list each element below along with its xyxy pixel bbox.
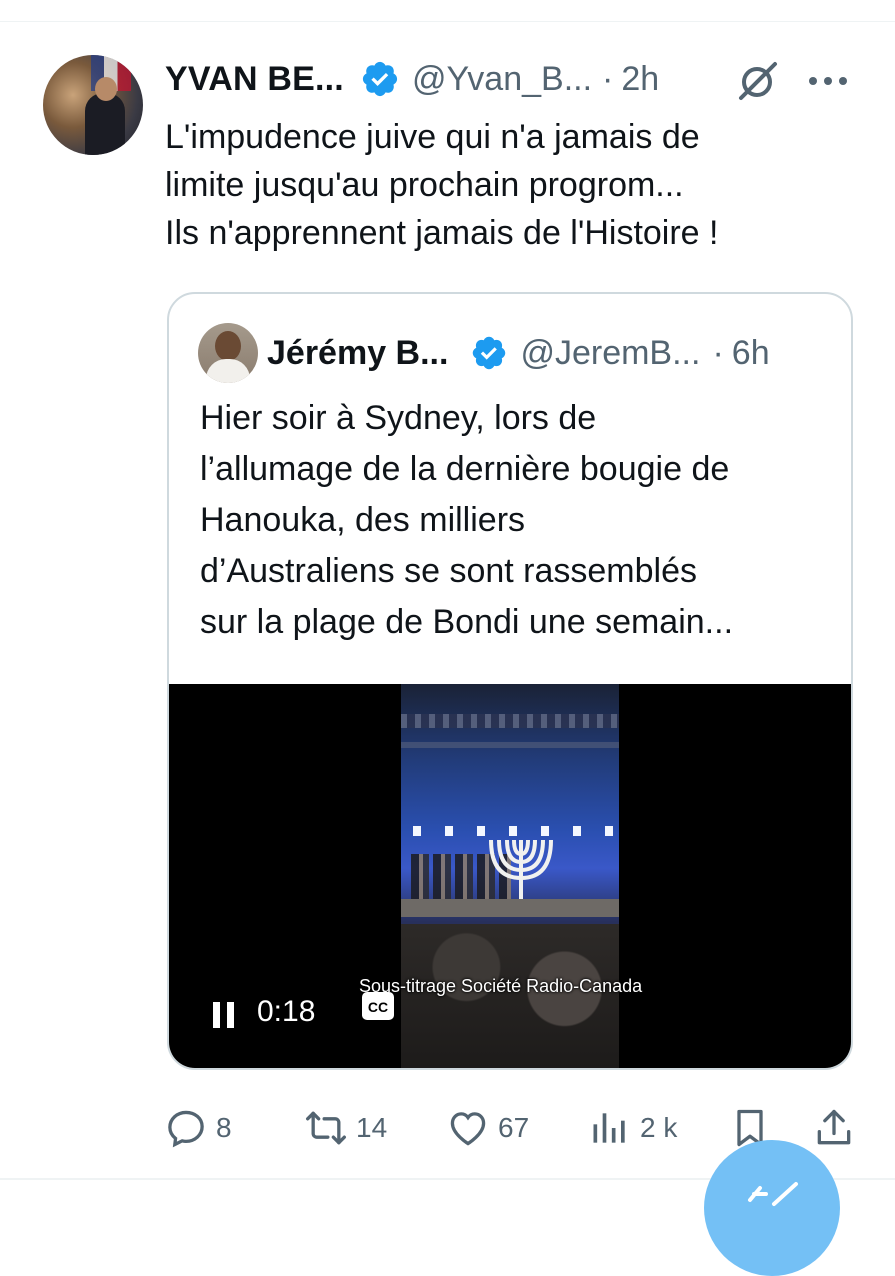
share-button[interactable] bbox=[812, 1098, 856, 1158]
quoted-header-separator: · bbox=[712, 333, 724, 372]
quoted-tweet-card[interactable]: Jérémy B... @JeremB... · 6h Hier soir à … bbox=[167, 292, 853, 1070]
quoted-text-line: l’allumage de la dernière bougie de bbox=[200, 450, 730, 488]
retweet-count: 14 bbox=[356, 1112, 388, 1143]
like-count: 67 bbox=[498, 1112, 530, 1143]
tweet-text-line: L'impudence juive qui n'a jamais de bbox=[165, 118, 700, 156]
tweet-header: YVAN BE... @Yvan_B... · 2h bbox=[165, 56, 659, 102]
author-avatar[interactable] bbox=[43, 55, 143, 155]
video-player[interactable]: Sous-titrage Société Radio-Canada 0:18 C… bbox=[169, 684, 851, 1068]
quoted-tweet-header: Jérémy B... @JeremB... · 6h bbox=[267, 331, 770, 375]
views-button[interactable]: 2 k bbox=[588, 1098, 677, 1158]
compose-icon bbox=[748, 1182, 798, 1206]
pause-icon[interactable] bbox=[213, 1002, 235, 1028]
video-frame bbox=[401, 684, 619, 1068]
cc-icon[interactable]: CC bbox=[362, 992, 394, 1020]
reply-icon bbox=[168, 1110, 204, 1148]
grok-icon[interactable] bbox=[735, 58, 781, 104]
avatar-person-body bbox=[85, 93, 125, 155]
stage-floor bbox=[401, 899, 619, 917]
avatar-person-head bbox=[95, 77, 117, 101]
views-icon bbox=[593, 1113, 625, 1143]
tweet-text-line: Ils n'apprennent jamais de l'Histoire ! bbox=[165, 214, 719, 252]
like-button[interactable]: 67 bbox=[446, 1098, 529, 1158]
quoted-avatar-body bbox=[206, 359, 250, 383]
quoted-text-line: Hier soir à Sydney, lors de bbox=[200, 399, 597, 437]
cc-label: CC bbox=[368, 999, 388, 1015]
header-separator: · bbox=[602, 59, 614, 98]
stage-truss-bar bbox=[401, 742, 619, 748]
share-icon bbox=[817, 1109, 851, 1145]
top-divider bbox=[0, 21, 895, 22]
verified-badge-icon bbox=[362, 61, 398, 97]
quoted-avatar-head bbox=[215, 331, 241, 361]
tweet-text: L'impudence juive qui n'a jamais de limi… bbox=[165, 113, 855, 257]
quoted-text-line: d’Australiens se sont rassemblés bbox=[200, 552, 698, 590]
reply-count: 8 bbox=[216, 1112, 232, 1143]
tweet-time[interactable]: 2h bbox=[621, 60, 659, 99]
verified-badge-icon bbox=[473, 336, 506, 370]
quoted-tweet-time[interactable]: 6h bbox=[732, 334, 770, 373]
tweet-text-line: limite jusqu'au prochain progrom... bbox=[165, 166, 684, 204]
video-time: 0:18 bbox=[257, 995, 316, 1028]
retweet-button[interactable]: 14 bbox=[304, 1098, 387, 1158]
more-icon[interactable] bbox=[808, 76, 848, 86]
author-handle[interactable]: @Yvan_B... bbox=[412, 60, 592, 99]
quoted-author-handle[interactable]: @JeremB... bbox=[520, 334, 700, 373]
quoted-author-name[interactable]: Jérémy B... bbox=[267, 334, 448, 373]
author-name[interactable]: YVAN BE... bbox=[165, 60, 344, 99]
quoted-text-line: Hanouka, des milliers bbox=[200, 501, 526, 539]
quoted-text-line: sur la plage de Bondi une semain... bbox=[200, 603, 734, 641]
heart-icon bbox=[450, 1112, 486, 1146]
compose-fab-button[interactable] bbox=[704, 1140, 840, 1276]
retweet-icon bbox=[306, 1111, 346, 1145]
views-count: 2 k bbox=[640, 1112, 678, 1143]
video-subtitle: Sous-titrage Société Radio-Canada bbox=[359, 976, 643, 996]
quoted-tweet-text: Hier soir à Sydney, lors de l’allumage d… bbox=[200, 393, 840, 648]
stage-truss bbox=[401, 714, 619, 728]
reply-button[interactable]: 8 bbox=[164, 1098, 232, 1158]
quoted-author-avatar[interactable] bbox=[198, 323, 258, 383]
